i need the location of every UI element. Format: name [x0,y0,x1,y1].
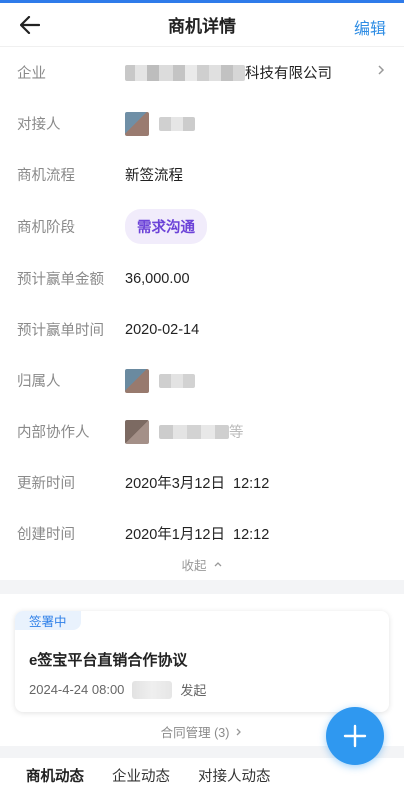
section-divider [0,580,404,594]
field-row-updated: 更新时间 2020年3月12日 12:12 [0,457,404,508]
tab-company-activity[interactable]: 企业动态 [112,758,170,792]
field-label: 商机阶段 [17,220,75,236]
activity-tabs: 商机动态 企业动态 对接人动态 [0,758,404,792]
field-value-owner [125,368,195,393]
redacted-name [159,116,195,131]
field-row-amount: 预计赢单金额 36,000.00 [0,253,404,304]
field-label: 内部协作人 [17,425,90,441]
contract-action: 发起 [180,683,207,698]
field-label: 归属人 [17,374,61,390]
field-row-owner: 归属人 [0,355,404,406]
field-value-process: 新签流程 [125,168,183,184]
tab-opportunity-activity[interactable]: 商机动态 [26,758,84,792]
field-label: 对接人 [17,117,61,133]
contract-manage-label: 合同管理 (3) [160,726,230,740]
field-label: 商机流程 [17,168,75,184]
add-button[interactable] [326,707,384,765]
field-label: 企业 [17,66,46,82]
field-row-win-date: 预计赢单时间 2020-02-14 [0,304,404,355]
field-label: 预计赢单时间 [17,323,104,339]
stage-tag: 需求沟通 [125,209,207,244]
avatar [125,368,149,393]
field-row-company[interactable]: 企业 科技有限公司 [0,47,404,98]
contract-card[interactable]: 签署中 e签宝平台直销合作协议 2024-4-24 08:00 发起 [15,611,389,712]
field-label: 预计赢单金额 [17,272,104,288]
redacted-name [159,424,229,439]
field-value-amount: 36,000.00 [125,270,190,287]
field-value-win-date: 2020-02-14 [125,321,200,338]
chevron-up-icon [214,562,221,567]
field-row-collaborators: 内部协作人 等 [0,406,404,457]
status-badge: 签署中 [15,611,81,630]
redacted-name [159,373,195,388]
contract-title: e签宝平台直销合作协议 [29,652,188,669]
tab-contact-activity[interactable]: 对接人动态 [198,758,271,792]
field-value-company: 科技有限公司 [125,62,332,83]
contract-date: 2024-4-24 08:00 [29,682,125,697]
field-row-stage: 商机阶段 需求沟通 [0,200,404,253]
collapse-label: 收起 [181,558,207,573]
field-label: 创建时间 [17,527,75,543]
chevron-right-icon [236,728,242,735]
back-arrow-icon [20,16,40,34]
field-value-contact [125,111,195,136]
field-value-collaborators: 等 [125,419,244,444]
field-label: 更新时间 [17,476,75,492]
field-value-created: 2020年1月12日 12:12 [125,527,270,543]
field-value-updated: 2020年3月12日 12:12 [125,476,270,492]
field-row-process: 商机流程 新签流程 [0,149,404,200]
collapse-toggle[interactable]: 收起 [0,553,404,575]
avatar [125,419,149,444]
page-title: 商机详情 [168,17,236,36]
detail-fields: 企业 科技有限公司 对接人 商机流程 新签流程 商机阶段 需求沟通 预计赢单金额… [0,47,404,559]
redacted-text [125,64,245,81]
nav-header: 商机详情 编辑 [0,3,404,47]
redacted-name [132,680,173,699]
back-button[interactable] [14,9,46,41]
chevron-right-icon [378,65,385,75]
plus-icon [343,724,367,748]
field-row-created: 创建时间 2020年1月12日 12:12 [0,508,404,559]
avatar [125,111,149,136]
field-row-contact: 对接人 [0,98,404,149]
contract-meta: 2024-4-24 08:00 发起 [29,680,206,699]
edit-button[interactable]: 编辑 [354,15,386,39]
